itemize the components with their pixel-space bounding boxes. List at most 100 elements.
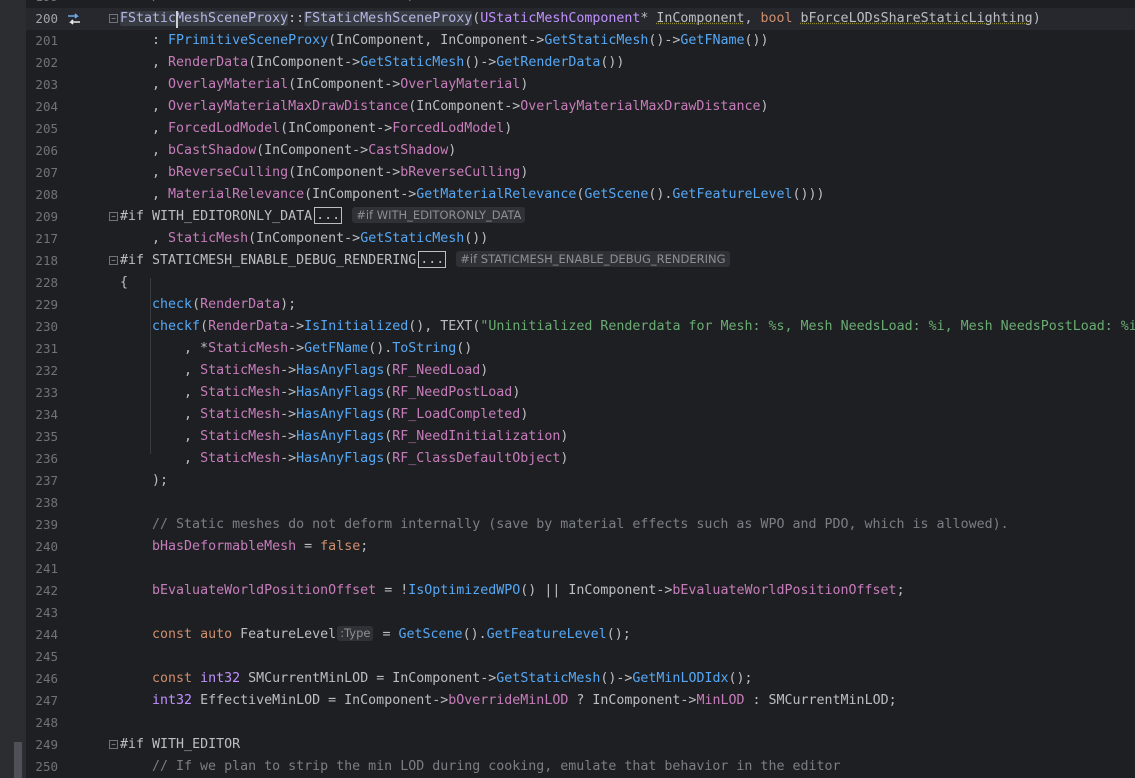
code-text[interactable]: , bCastShadow(InComponent->CastShadow) <box>120 140 456 162</box>
code-text[interactable]: , OverlayMaterial(InComponent->OverlayMa… <box>120 74 528 96</box>
line-number[interactable]: 205 <box>26 118 58 140</box>
code-text[interactable]: /* Initialization constructor. */ <box>120 0 416 8</box>
code-line[interactable]: 204 , OverlayMaterialMaxDrawDistance(InC… <box>26 96 1135 118</box>
line-number[interactable]: 241 <box>26 558 58 580</box>
line-number[interactable]: 217 <box>26 228 58 250</box>
line-number[interactable]: 204 <box>26 96 58 118</box>
code-line[interactable]: 247 int32 EffectiveMinLOD = InComponent-… <box>26 690 1135 712</box>
code-line[interactable]: 236 , StaticMesh->HasAnyFlags(RF_ClassDe… <box>26 448 1135 470</box>
code-text[interactable]: , StaticMesh->HasAnyFlags(RF_ClassDefaul… <box>120 448 568 470</box>
folded-region-hint[interactable]: #if STATICMESH_ENABLE_DEBUG_RENDERING <box>456 251 730 267</box>
code-line[interactable]: 250 // If we plan to strip the min LOD d… <box>26 756 1135 778</box>
line-number[interactable]: 207 <box>26 162 58 184</box>
fold-toggle-icon[interactable] <box>109 14 118 23</box>
code-line[interactable]: 207 , bReverseCulling(InComponent->bReve… <box>26 162 1135 184</box>
code-text[interactable]: int32 EffectiveMinLOD = InComponent->bOv… <box>120 690 897 712</box>
code-line[interactable]: 203 , OverlayMaterial(InComponent->Overl… <box>26 74 1135 96</box>
scrollbar-thumb[interactable] <box>14 742 22 778</box>
code-text[interactable]: , StaticMesh(InComponent->GetStaticMesh(… <box>120 228 488 250</box>
code-line[interactable]: 201 : FPrimitiveSceneProxy(InComponent, … <box>26 30 1135 52</box>
code-lines[interactable]: 199 /* Initialization constructor. */200… <box>26 0 1135 778</box>
line-number[interactable]: 250 <box>26 756 58 778</box>
code-text[interactable]: , StaticMesh->HasAnyFlags(RF_NeedPostLoa… <box>120 382 520 404</box>
code-text[interactable]: checkf(RenderData->IsInitialized(), TEXT… <box>120 316 1135 338</box>
line-number[interactable]: 200 <box>26 8 58 30</box>
code-line[interactable]: 244 const auto FeatureLevel:Type = GetSc… <box>26 624 1135 646</box>
code-line[interactable]: 245 <box>26 646 1135 668</box>
folded-region-ellipsis[interactable]: ... <box>418 250 447 268</box>
folded-region-hint[interactable]: #if WITH_EDITORONLY_DATA <box>352 207 526 223</box>
code-text[interactable]: , ForcedLodModel(InComponent->ForcedLodM… <box>120 118 512 140</box>
code-text[interactable]: , *StaticMesh->GetFName().ToString() <box>120 338 472 360</box>
line-number[interactable]: 235 <box>26 426 58 448</box>
line-number[interactable]: 203 <box>26 74 58 96</box>
code-text[interactable]: ); <box>120 470 168 492</box>
code-line[interactable]: 209 #if WITH_EDITORONLY_DATA... #if WITH_E… <box>26 206 1135 228</box>
code-text[interactable]: , StaticMesh->HasAnyFlags(RF_LoadComplet… <box>120 404 528 426</box>
code-text[interactable]: , OverlayMaterialMaxDrawDistance(InCompo… <box>120 96 768 118</box>
code-line[interactable]: 206 , bCastShadow(InComponent->CastShado… <box>26 140 1135 162</box>
code-line[interactable]: 246 const int32 SMCurrentMinLOD = InComp… <box>26 668 1135 690</box>
code-line[interactable]: 237 ); <box>26 470 1135 492</box>
folded-region-ellipsis[interactable]: ... <box>314 206 343 224</box>
code-text[interactable]: bEvaluateWorldPositionOffset = !IsOptimi… <box>120 580 905 602</box>
code-line[interactable]: 231 , *StaticMesh->GetFName().ToString() <box>26 338 1135 360</box>
code-text[interactable]: bHasDeformableMesh = false; <box>120 536 368 558</box>
code-line[interactable]: 238 <box>26 492 1135 514</box>
line-number[interactable]: 228 <box>26 272 58 294</box>
code-line[interactable]: 208 , MaterialRelevance(InComponent->Get… <box>26 184 1135 206</box>
code-line[interactable]: 217 , StaticMesh(InComponent->GetStaticM… <box>26 228 1135 250</box>
line-number[interactable]: 246 <box>26 668 58 690</box>
code-text[interactable]: #if WITH_EDITOR <box>120 734 240 756</box>
code-text[interactable]: , StaticMesh->HasAnyFlags(RF_NeedLoad) <box>120 360 488 382</box>
code-line[interactable]: 242 bEvaluateWorldPositionOffset = !IsOp… <box>26 580 1135 602</box>
code-text[interactable]: // Static meshes do not deform internall… <box>120 514 1009 536</box>
code-line[interactable]: 241 <box>26 558 1135 580</box>
line-number[interactable]: 230 <box>26 316 58 338</box>
code-text[interactable]: // If we plan to strip the min LOD durin… <box>120 756 840 778</box>
line-number[interactable]: 232 <box>26 360 58 382</box>
line-number[interactable]: 202 <box>26 52 58 74</box>
code-line[interactable]: 218 #if STATICMESH_ENABLE_DEBUG_RENDERING… <box>26 250 1135 272</box>
line-number[interactable]: 231 <box>26 338 58 360</box>
line-number[interactable]: 199 <box>26 0 58 8</box>
line-number[interactable]: 244 <box>26 624 58 646</box>
code-line[interactable]: 205 , ForcedLodModel(InComponent->Forced… <box>26 118 1135 140</box>
code-line[interactable]: 228 { <box>26 272 1135 294</box>
line-number[interactable]: 201 <box>26 30 58 52</box>
line-number[interactable]: 229 <box>26 294 58 316</box>
code-text[interactable]: { <box>120 272 128 294</box>
code-line[interactable]: 235 , StaticMesh->HasAnyFlags(RF_NeedIni… <box>26 426 1135 448</box>
code-line[interactable]: 199 /* Initialization constructor. */ <box>26 0 1135 8</box>
code-text[interactable]: , StaticMesh->HasAnyFlags(RF_NeedInitial… <box>120 426 568 448</box>
fold-toggle-icon[interactable] <box>109 740 118 749</box>
line-number[interactable]: 238 <box>26 492 58 514</box>
line-number[interactable]: 234 <box>26 404 58 426</box>
code-line[interactable]: 243 <box>26 602 1135 624</box>
code-text[interactable]: #if WITH_EDITORONLY_DATA... #if WITH_EDIT… <box>120 206 526 228</box>
line-number[interactable]: 249 <box>26 734 58 756</box>
code-line[interactable]: 200 FStaticMeshSceneProxy::FStaticMeshSce… <box>26 8 1135 30</box>
code-line[interactable]: 249 #if WITH_EDITOR <box>26 734 1135 756</box>
code-line[interactable]: 240 bHasDeformableMesh = false; <box>26 536 1135 558</box>
code-line[interactable]: 239 // Static meshes do not deform inter… <box>26 514 1135 536</box>
fold-toggle-icon[interactable] <box>109 256 118 265</box>
code-editor[interactable]: 199 /* Initialization constructor. */200… <box>0 0 1135 778</box>
line-number[interactable]: 208 <box>26 184 58 206</box>
code-text[interactable]: , bReverseCulling(InComponent->bReverseC… <box>120 162 528 184</box>
code-text[interactable]: const int32 SMCurrentMinLOD = InComponen… <box>120 668 752 690</box>
line-number[interactable]: 233 <box>26 382 58 404</box>
code-line[interactable]: 230 checkf(RenderData->IsInitialized(), … <box>26 316 1135 338</box>
line-number[interactable]: 242 <box>26 580 58 602</box>
line-number[interactable]: 239 <box>26 514 58 536</box>
code-line[interactable]: 232 , StaticMesh->HasAnyFlags(RF_NeedLoa… <box>26 360 1135 382</box>
line-number[interactable]: 209 <box>26 206 58 228</box>
line-number[interactable]: 247 <box>26 690 58 712</box>
code-line[interactable]: 202 , RenderData(InComponent->GetStaticM… <box>26 52 1135 74</box>
code-line[interactable]: 233 , StaticMesh->HasAnyFlags(RF_NeedPos… <box>26 382 1135 404</box>
code-text[interactable]: FStaticMeshSceneProxy::FStaticMeshSceneP… <box>120 8 1041 30</box>
code-text[interactable]: const auto FeatureLevel:Type = GetScene(… <box>120 624 631 646</box>
code-text[interactable]: , MaterialRelevance(InComponent->GetMate… <box>120 184 825 206</box>
line-number[interactable]: 237 <box>26 470 58 492</box>
code-line[interactable]: 229 check(RenderData); <box>26 294 1135 316</box>
